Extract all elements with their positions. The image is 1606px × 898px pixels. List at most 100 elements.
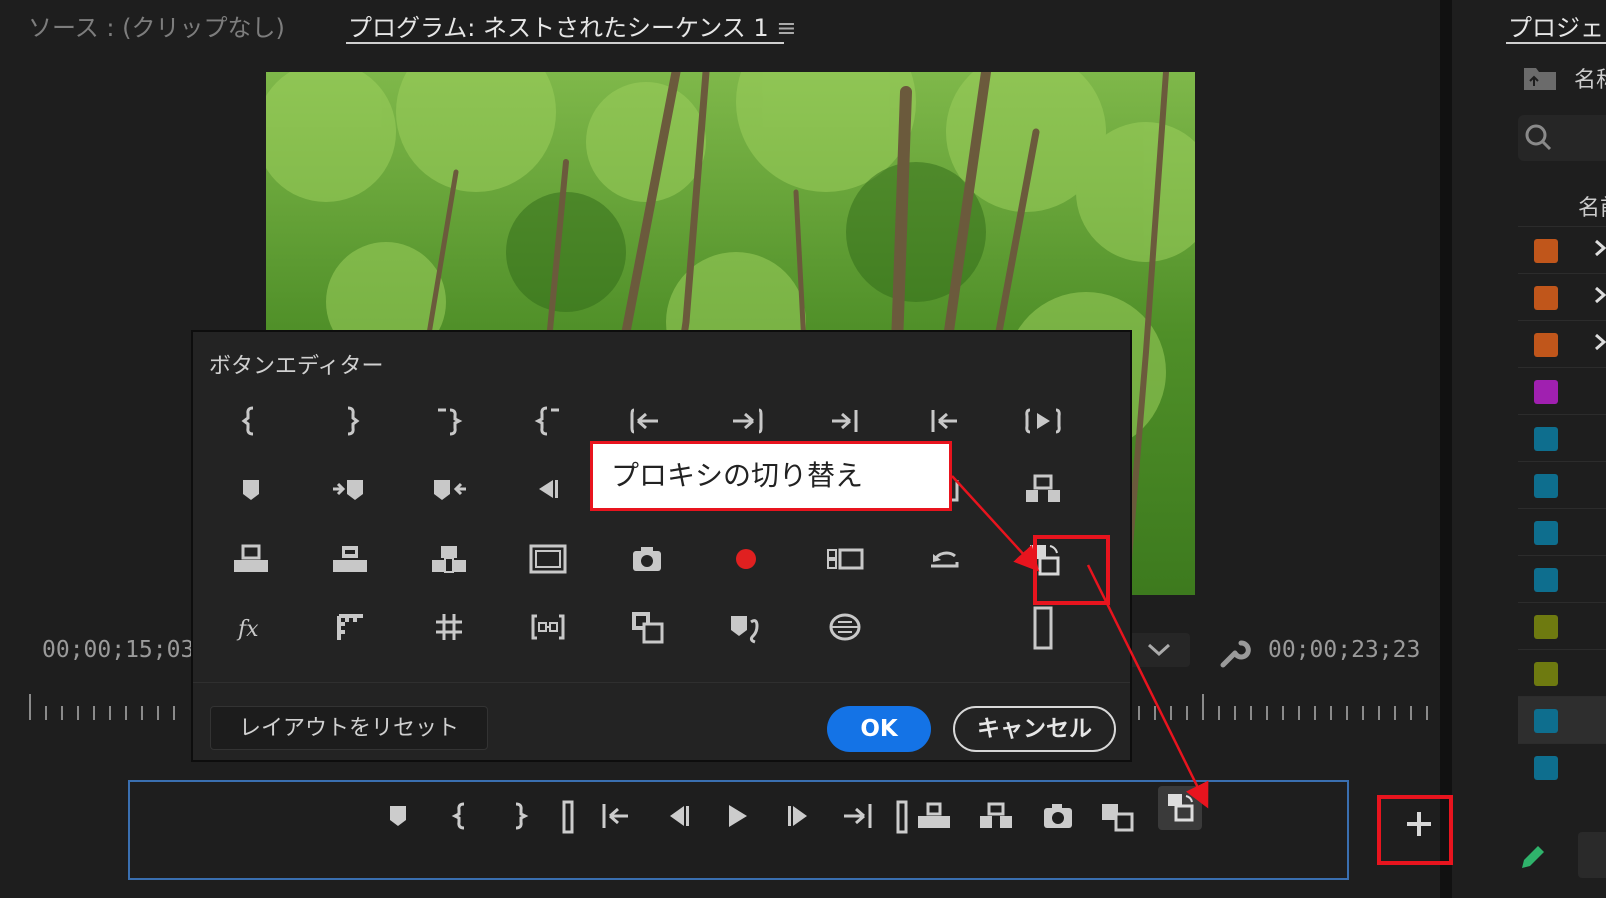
- play-in-to-out-icon[interactable]: [1020, 398, 1066, 444]
- mark-out-icon[interactable]: [327, 398, 373, 444]
- marker-icon[interactable]: [378, 796, 418, 836]
- list-view-button[interactable]: [1578, 832, 1606, 878]
- project-item-row[interactable]: [1518, 320, 1606, 367]
- clear-in-icon[interactable]: [426, 398, 472, 444]
- go-to-prev-edit-icon[interactable]: [921, 398, 967, 444]
- chevron-right-icon[interactable]: [1590, 235, 1606, 261]
- project-item-row[interactable]: [1518, 226, 1606, 273]
- label-color-swatch[interactable]: [1534, 756, 1558, 780]
- go-to-next-edit-icon[interactable]: [822, 398, 868, 444]
- project-tab-underline: [1506, 42, 1606, 44]
- mark-in-icon[interactable]: [228, 398, 274, 444]
- insert-icon[interactable]: [426, 536, 472, 582]
- callout-label: プロキシの切り替え: [590, 441, 952, 511]
- go-to-next-marker-icon[interactable]: [327, 466, 373, 512]
- mark-clip-icon[interactable]: [723, 604, 769, 650]
- fit-dropdown[interactable]: [1128, 633, 1190, 667]
- search-icon: [1525, 124, 1552, 151]
- project-item-row[interactable]: [1518, 602, 1606, 649]
- cancel-button[interactable]: キャンセル: [953, 706, 1116, 752]
- clear-in-out-icon[interactable]: [548, 796, 588, 836]
- highlight-box-add-button: [1377, 795, 1453, 865]
- go-to-prev-marker-icon[interactable]: [426, 466, 472, 512]
- clear-out-icon[interactable]: [525, 398, 571, 444]
- go-to-in-icon[interactable]: [624, 398, 670, 444]
- project-item-row[interactable]: [1518, 273, 1606, 320]
- overwrite-icon[interactable]: [327, 536, 373, 582]
- label-color-swatch[interactable]: [1534, 380, 1558, 404]
- mark-out-icon[interactable]: [498, 796, 538, 836]
- extract-icon[interactable]: [976, 796, 1016, 836]
- label-color-swatch[interactable]: [1534, 615, 1558, 639]
- go-to-out-icon[interactable]: [838, 796, 878, 836]
- label-color-swatch[interactable]: [1534, 427, 1558, 451]
- step-forward-icon[interactable]: [778, 796, 818, 836]
- vr-icon[interactable]: [525, 604, 571, 650]
- label-color-swatch[interactable]: [1534, 286, 1558, 310]
- export-frame-icon[interactable]: [624, 536, 670, 582]
- mark-in-icon[interactable]: [442, 796, 482, 836]
- project-item-row[interactable]: [1518, 696, 1606, 743]
- safe-margins-icon[interactable]: [525, 536, 571, 582]
- step-back-icon[interactable]: [525, 466, 571, 512]
- label-color-swatch[interactable]: [1534, 474, 1558, 498]
- dialog-title: ボタンエディター: [209, 354, 384, 379]
- program-tab-label: プログラム: ネストされたシーケンス 1: [348, 14, 769, 42]
- insert-clip-icon[interactable]: [624, 604, 670, 650]
- project-item-row[interactable]: [1518, 743, 1606, 790]
- loop-icon[interactable]: [921, 536, 967, 582]
- project-item-row[interactable]: [1518, 461, 1606, 508]
- time-ruler-left[interactable]: [28, 694, 188, 720]
- label-color-swatch[interactable]: [1534, 333, 1558, 357]
- column-header-name[interactable]: 名前: [1578, 190, 1606, 222]
- project-item-row[interactable]: [1518, 508, 1606, 555]
- panel-menu-icon[interactable]: ≡: [776, 14, 796, 42]
- extract-icon[interactable]: [1020, 466, 1066, 512]
- tab-project[interactable]: プロジェ: [1508, 8, 1604, 43]
- insert-icon[interactable]: [1096, 796, 1136, 836]
- ok-button[interactable]: OK: [827, 706, 931, 752]
- pencil-icon[interactable]: [1516, 840, 1550, 874]
- lift-icon[interactable]: [228, 536, 274, 582]
- project-item-row[interactable]: [1518, 367, 1606, 414]
- global-fx-mute-icon[interactable]: [822, 604, 868, 650]
- transport-controls-bar: [128, 780, 1349, 880]
- play-icon[interactable]: [716, 796, 756, 836]
- project-item-row[interactable]: [1518, 414, 1606, 461]
- panel-divider[interactable]: [1440, 0, 1452, 898]
- fx-icon[interactable]: fx: [228, 604, 274, 650]
- svg-text:fx: fx: [236, 617, 259, 642]
- go-to-out-icon[interactable]: [723, 398, 769, 444]
- label-color-swatch[interactable]: [1534, 662, 1558, 686]
- spacer-icon[interactable]: [1020, 604, 1066, 650]
- project-item-row[interactable]: [1518, 555, 1606, 602]
- camera-icon[interactable]: [1038, 796, 1078, 836]
- folder-up-icon[interactable]: [1522, 62, 1558, 96]
- label-color-swatch[interactable]: [1534, 568, 1558, 592]
- go-to-in-icon[interactable]: [596, 796, 636, 836]
- project-item-row[interactable]: [1518, 649, 1606, 696]
- timecode-current[interactable]: 00;00;15;03: [42, 637, 194, 663]
- reset-layout-button[interactable]: レイアウトをリセット: [210, 706, 488, 750]
- wrench-icon[interactable]: [1213, 633, 1253, 673]
- timecode-duration: 00;00;23;23: [1268, 637, 1421, 663]
- record-icon[interactable]: [723, 536, 769, 582]
- add-marker-icon[interactable]: [228, 466, 274, 512]
- chevron-right-icon[interactable]: [1590, 329, 1606, 355]
- step-back-icon[interactable]: [658, 796, 698, 836]
- tab-source[interactable]: ソース : (クリップなし): [28, 8, 285, 43]
- label-color-swatch[interactable]: [1534, 709, 1558, 733]
- tab-program[interactable]: プログラム: ネストされたシーケンス 1 ≡: [348, 8, 796, 43]
- time-ruler-right[interactable]: [1135, 694, 1440, 720]
- toggle-proxy-icon[interactable]: [1158, 786, 1202, 830]
- project-search-input[interactable]: [1518, 115, 1606, 161]
- transparency-grid-icon[interactable]: [426, 604, 472, 650]
- chevron-right-icon[interactable]: [1590, 282, 1606, 308]
- dialog-separator: [193, 682, 1130, 683]
- comparison-view-icon[interactable]: [327, 604, 373, 650]
- multi-camera-icon[interactable]: [822, 536, 868, 582]
- label-color-swatch[interactable]: [1534, 239, 1558, 263]
- button-editor-dialog: ボタンエディター fx レイアウトをリセット OK キャンセル: [191, 330, 1132, 762]
- lift-icon[interactable]: [914, 796, 954, 836]
- label-color-swatch[interactable]: [1534, 521, 1558, 545]
